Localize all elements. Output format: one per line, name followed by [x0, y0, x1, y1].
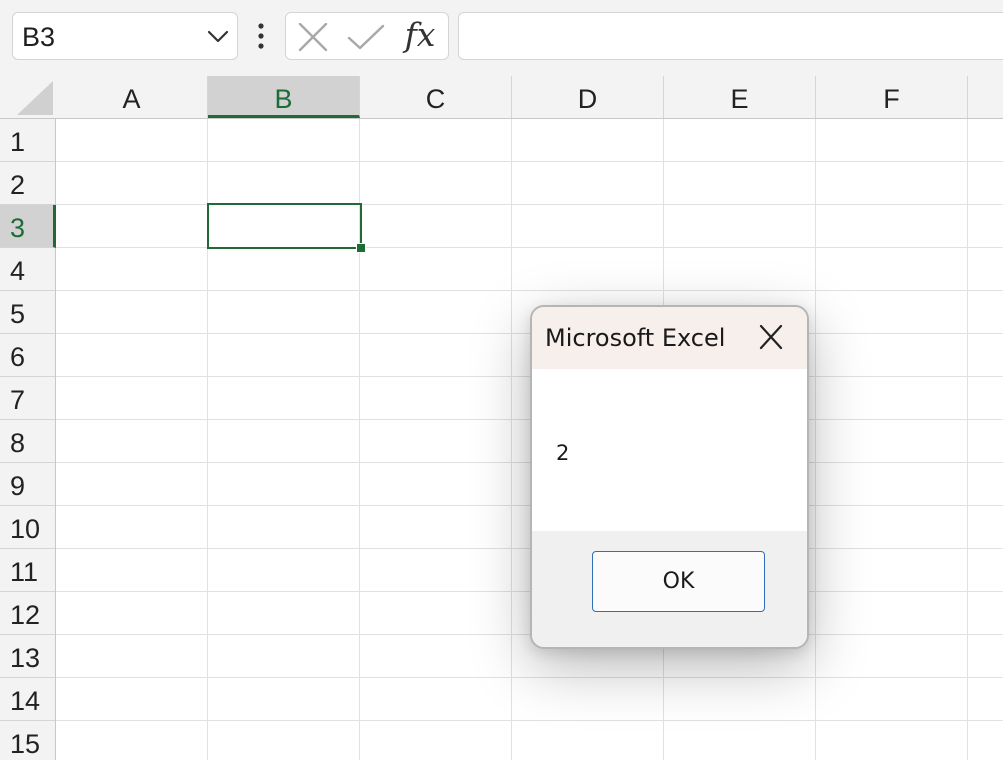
column-header-b[interactable]: B [208, 76, 360, 118]
row-header-12[interactable]: 12 [0, 592, 55, 635]
excel-window: B3 fx ABCDEF 1 2 3 4 5 6 7 8 9 10 11 12 … [0, 0, 1003, 760]
dialog-body: 2 [532, 369, 807, 531]
close-icon[interactable] [756, 321, 786, 353]
row-header-8[interactable]: 8 [0, 420, 55, 463]
vertical-ellipsis-icon[interactable] [253, 22, 269, 52]
column-header-a[interactable]: A [56, 76, 208, 118]
formula-bar: B3 fx [0, 0, 1003, 76]
name-box[interactable]: B3 [12, 12, 238, 60]
ok-button[interactable]: OK [592, 551, 765, 612]
row-header-10[interactable]: 10 [0, 506, 55, 549]
row-header-14[interactable]: 14 [0, 678, 55, 721]
insert-function-button[interactable]: fx [398, 15, 442, 57]
row-header-11[interactable]: 11 [0, 549, 55, 592]
close-icon[interactable] [296, 23, 330, 51]
dialog-message: 2 [556, 441, 570, 465]
row-header-5[interactable]: 5 [0, 291, 55, 334]
selected-cell-b3[interactable] [207, 203, 362, 249]
column-header-c[interactable]: C [360, 76, 512, 118]
row-header-column: 1 2 3 4 5 6 7 8 9 10 11 12 13 14 15 [0, 119, 56, 760]
row-header-6[interactable]: 6 [0, 334, 55, 377]
row-header-9[interactable]: 9 [0, 463, 55, 506]
row-header-2[interactable]: 2 [0, 162, 55, 205]
column-header-f[interactable]: F [816, 76, 968, 118]
row-header-15[interactable]: 15 [0, 721, 55, 760]
column-header-d[interactable]: D [512, 76, 664, 118]
row-header-3[interactable]: 3 [0, 205, 56, 248]
column-header-overflow [968, 76, 1003, 118]
formula-input[interactable] [458, 12, 1003, 60]
formula-buttons: fx [285, 12, 449, 60]
dialog-footer: OK [532, 531, 807, 647]
name-box-value[interactable]: B3 [22, 22, 55, 52]
fill-handle[interactable] [356, 243, 366, 253]
chevron-down-icon[interactable] [207, 28, 229, 46]
column-header-e[interactable]: E [664, 76, 816, 118]
row-header-13[interactable]: 13 [0, 635, 55, 678]
column-header-row: ABCDEF [0, 76, 1003, 119]
dialog-titlebar: Microsoft Excel [532, 307, 807, 369]
row-header-1[interactable]: 1 [0, 119, 55, 162]
row-header-7[interactable]: 7 [0, 377, 55, 420]
row-header-4[interactable]: 4 [0, 248, 55, 291]
message-box-dialog: Microsoft Excel 2 OK [530, 305, 809, 649]
select-all-button[interactable] [0, 76, 56, 118]
dialog-title: Microsoft Excel [545, 324, 726, 352]
check-icon[interactable] [346, 23, 386, 51]
